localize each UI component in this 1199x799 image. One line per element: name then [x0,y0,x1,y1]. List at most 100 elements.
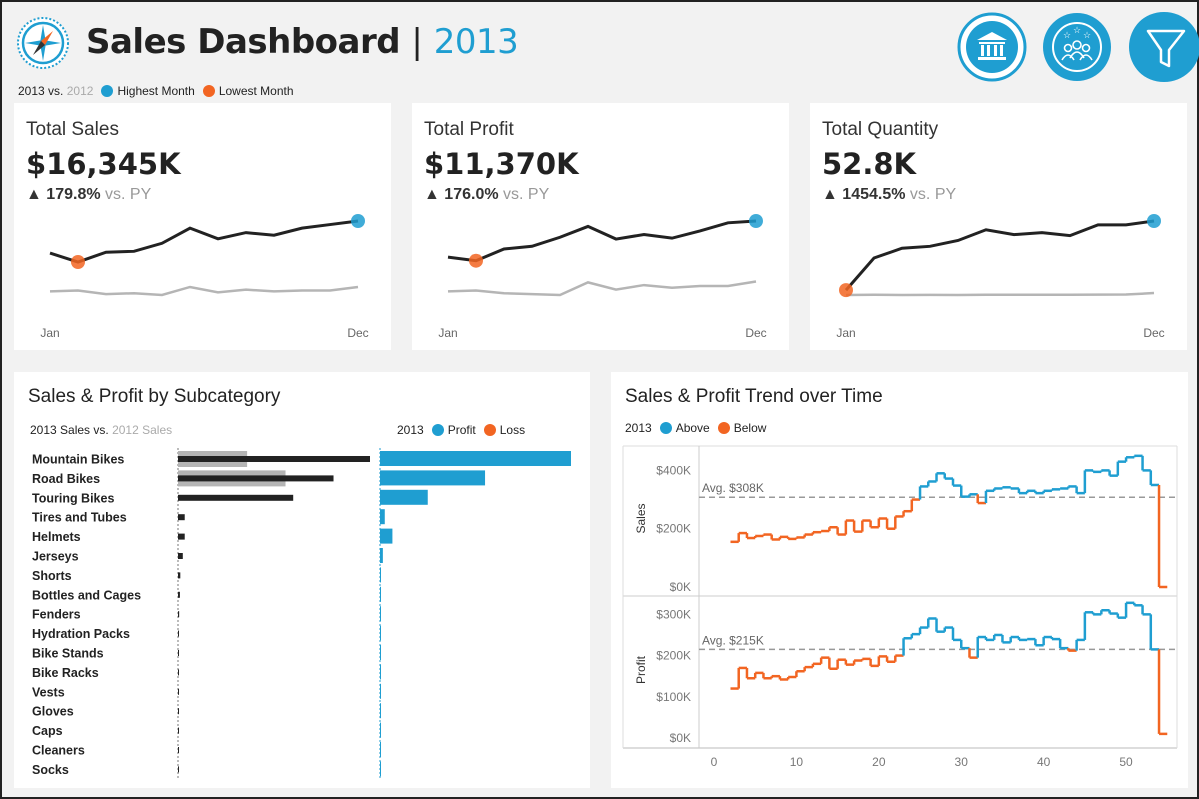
below-dot-icon [717,422,730,434]
subcategory-label: Bike Racks [32,666,99,680]
profit-bar [380,645,381,660]
subcategory-label: Vests [32,685,65,699]
subcategory-label: Bike Stands [32,647,104,661]
profit-bar [380,664,381,680]
y-axis-title: Sales [634,503,648,533]
profit-bar [380,470,486,486]
svg-text:☆: ☆ [1083,30,1091,40]
legend-vs: vs. [93,423,109,437]
profit-dot-icon [431,424,444,436]
kpi-delta: ▲ 1454.5% vs. PY [822,186,956,204]
current-sales-bar [178,553,183,559]
average-label: Avg. $308K [702,481,764,495]
title-text: Sales Dashboard [86,22,401,62]
bank-icon[interactable] [957,12,1027,82]
kpi-sparkline-quantity: Jan Dec [836,214,1165,340]
legend-below: Below [733,421,767,435]
people-stars-icon[interactable]: ☆ ☆ ☆ [1042,12,1112,82]
legend-profit: Profit [447,423,476,437]
y-tick-label: $300K [656,607,691,621]
y-tick-label: $0K [670,580,691,594]
kpi-delta-value: 1454.5% [842,186,906,203]
current-sales-bar [178,630,179,637]
highest-month-marker [351,214,365,228]
x-axis-label-start: Jan [438,326,457,340]
legend-previous-year: 2012 [66,84,94,98]
kpi-delta: ▲ 179.8% vs. PY [26,186,151,204]
kpi-title: Total Quantity [822,119,939,140]
legend-year: 2013 [625,421,652,435]
kpi-sparkline-profit: Jan Dec [438,214,767,340]
current-sales-bar [178,747,179,753]
profit-bar [380,509,385,525]
subcategory-label: Fenders [32,608,81,622]
kpi-delta: ▲ 176.0% vs. PY [424,186,549,204]
kpi-sparkline-sales: Jan Dec [40,214,369,340]
legend-previous-sales: 2012 Sales [112,423,173,437]
lowest-dot-icon [202,85,215,97]
svg-text:☆: ☆ [1073,25,1081,35]
kpi-card-sales: Total Sales $16,345K ▲ 179.8% vs. PY Jan… [14,103,391,350]
subcategory-label: Shorts [32,569,72,583]
loss-dot-icon [483,424,496,436]
lowest-month-marker [839,283,853,298]
x-axis-label-end: Dec [347,326,368,340]
x-axis-label-end: Dec [745,326,766,340]
y-axis-title: Profit [634,655,648,684]
profit-bar [380,528,393,544]
current-sales-bar [178,611,180,618]
x-axis-label-start: Jan [836,326,855,340]
legend-above: Above [675,421,710,435]
profit-bar [380,606,381,622]
previous-year-line [845,291,1155,297]
y-tick-label: $200K [656,649,691,663]
legend-year: 2013 [397,423,424,437]
highest-month-marker [749,214,763,228]
y-tick-label: $200K [656,522,691,536]
x-tick-label: 10 [790,755,804,769]
subcategory-label: Socks [32,763,69,777]
highest-month-marker [1147,214,1161,228]
profit-bar [380,586,381,602]
page-title: Sales Dashboard | 2013 [86,22,519,62]
kpi-delta-value: 176.0% [444,186,499,203]
kpi-delta-value: 179.8% [46,186,101,203]
trend-card: Sales & Profit Trend over Time 2013 Abov… [611,372,1188,788]
kpi-delta-vs: vs. PY [105,186,152,203]
profit-bar [380,625,381,641]
kpi-card-profit: Total Profit $11,370K ▲ 176.0% vs. PY Ja… [412,103,789,350]
up-arrow-icon: ▲ [822,186,838,203]
trend-chart: $400K $200K $0K Sales Avg. $308K $300K $200K $1… [622,445,1178,769]
kpi-title: Total Sales [26,119,119,140]
profit-bar [380,722,381,738]
legend-loss: Loss [499,423,526,437]
x-tick-label: 40 [1037,755,1051,769]
lowest-month-marker [469,253,483,268]
profit-bar [380,489,428,505]
profit-bar [380,567,381,583]
current-sales-bar [178,727,179,734]
subcategory-label: Helmets [32,530,81,544]
current-sales-bar [178,708,179,715]
subcategory-label: Cleaners [32,744,85,758]
legend-vs: vs. [48,84,64,98]
kpi-card-quantity: Total Quantity 52.8K ▲ 1454.5% vs. PY Ja… [810,103,1187,350]
previous-year-line [447,280,757,297]
x-tick-label: 0 [711,755,718,769]
kpi-delta-vs: vs. PY [503,186,550,203]
subcategory-title: Sales & Profit by Subcategory [28,386,281,407]
current-sales-bar [178,475,334,482]
legend-highest: Highest Month [117,84,195,98]
filter-icon[interactable] [1128,12,1199,82]
compass-logo-icon [17,17,69,69]
profit-bar [380,742,381,757]
current-sales-bar [178,494,294,501]
title-separator: | [411,22,423,62]
lowest-month-marker [71,255,85,270]
svg-text:☆: ☆ [1063,30,1071,40]
current-sales-bar [178,766,179,773]
current-sales-bar [178,514,185,521]
current-sales-bar [178,669,179,676]
legend-lowest: Lowest Month [218,84,294,98]
up-arrow-icon: ▲ [424,186,440,203]
